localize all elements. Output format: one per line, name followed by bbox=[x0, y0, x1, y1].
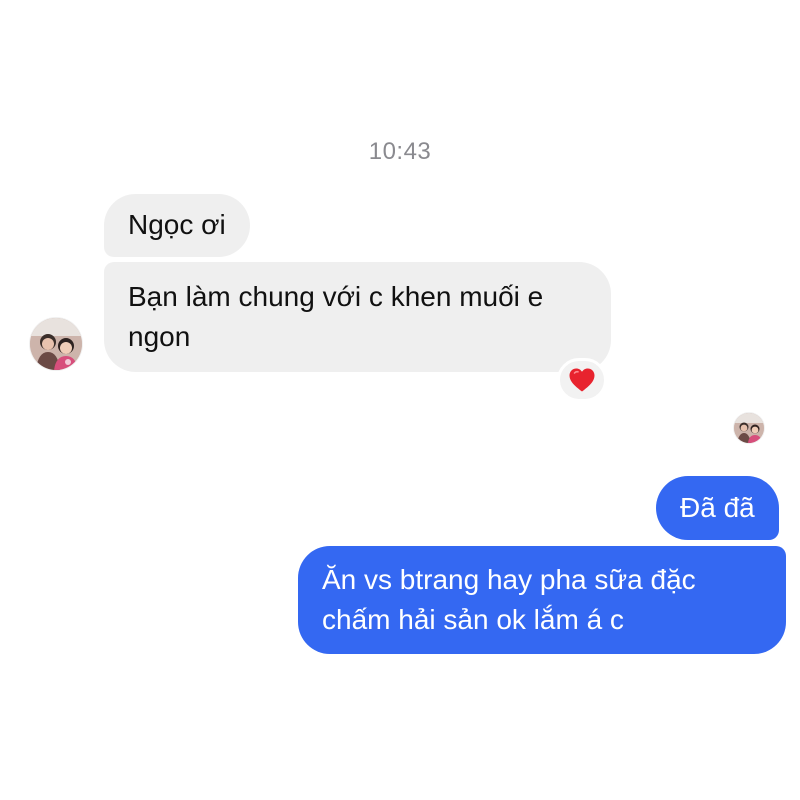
incoming-message-bubble[interactable]: Ngọc ơi bbox=[104, 194, 250, 257]
read-receipt-avatar-photo bbox=[734, 413, 764, 443]
message-reaction[interactable] bbox=[557, 358, 607, 402]
outgoing-message-bubble[interactable]: Ăn vs btrang hay pha sữa đặc chấm hải sả… bbox=[298, 546, 786, 654]
message-timestamp: 10:43 bbox=[368, 138, 432, 165]
incoming-message-bubble[interactable]: Bạn làm chung với c khen muối e ngon bbox=[104, 262, 611, 372]
sender-avatar-photo bbox=[30, 318, 82, 370]
outgoing-message-bubble[interactable]: Đã đã bbox=[656, 476, 779, 540]
sender-avatar[interactable] bbox=[30, 318, 82, 370]
read-receipt-avatar bbox=[734, 413, 764, 443]
heart-icon bbox=[569, 368, 595, 392]
